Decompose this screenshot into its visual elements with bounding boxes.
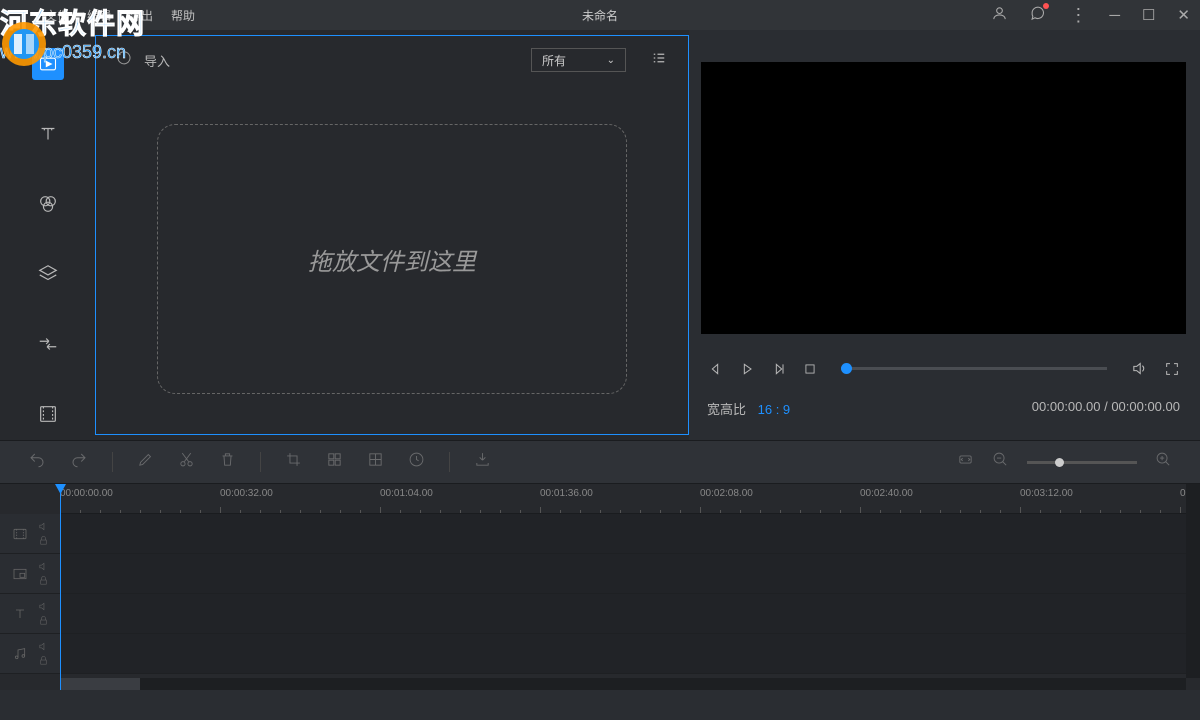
prev-frame-button[interactable] <box>707 361 723 377</box>
scrollbar-thumb[interactable] <box>60 678 140 690</box>
lock-icon[interactable] <box>38 535 49 546</box>
zoom-out-button[interactable] <box>992 451 1009 473</box>
view-list-icon[interactable] <box>650 49 668 72</box>
sidebar-filters[interactable] <box>32 188 64 220</box>
ruler-tick: 00:01:04.00 <box>380 488 433 499</box>
ruler-tick: 00:00:32.00 <box>220 488 273 499</box>
titlebar: 文件 编辑 导出 帮助 未命名 ⋮ ─ ☐ ✕ <box>0 0 1200 30</box>
playhead[interactable] <box>60 484 61 690</box>
fit-button[interactable] <box>957 451 974 473</box>
track-audio[interactable] <box>0 634 1200 674</box>
preview-panel: 宽高比 16 : 9 00:00:00.00 / 00:00:00.00 <box>689 30 1200 440</box>
crop-button[interactable] <box>285 451 302 473</box>
aspect-ratio-label: 宽高比 16 : 9 <box>707 399 790 418</box>
timeline-toolbar <box>0 440 1200 484</box>
close-button[interactable]: ✕ <box>1177 6 1190 24</box>
video-preview[interactable] <box>701 62 1186 334</box>
message-icon[interactable] <box>1030 5 1047 26</box>
media-dropzone[interactable]: 拖放文件到这里 <box>157 124 627 394</box>
import-label[interactable]: 导入 <box>144 51 170 70</box>
volume-small-icon[interactable] <box>38 641 49 652</box>
freeze-button[interactable] <box>367 451 384 473</box>
volume-small-icon[interactable] <box>38 561 49 572</box>
duration-button[interactable] <box>408 451 425 473</box>
ruler-tick: 00:00:00.00 <box>60 488 113 499</box>
sidebar <box>0 30 95 440</box>
redo-button[interactable] <box>70 451 88 474</box>
timecode-display: 00:00:00.00 / 00:00:00.00 <box>1032 399 1180 418</box>
sidebar-transitions[interactable] <box>32 328 64 360</box>
sidebar-overlays[interactable] <box>32 258 64 290</box>
vertical-scrollbar[interactable] <box>1186 484 1200 678</box>
seek-handle[interactable] <box>841 363 852 374</box>
volume-small-icon[interactable] <box>38 521 49 532</box>
lock-icon[interactable] <box>38 575 49 586</box>
track-head-text <box>0 594 60 633</box>
chevron-down-icon: ⌄ <box>607 55 615 66</box>
edit-tool-button[interactable] <box>137 451 154 473</box>
media-panel: 导入 所有 ⌄ 拖放文件到这里 <box>95 35 689 435</box>
timeline: 00:00:00.00 00:00:32.00 00:01:04.00 00:0… <box>0 484 1200 690</box>
video-track-icon <box>12 526 28 542</box>
menu-edit[interactable]: 编辑 <box>87 7 111 24</box>
lock-icon[interactable] <box>38 655 49 666</box>
play-button[interactable] <box>739 361 755 377</box>
audio-track-icon <box>12 646 28 662</box>
seek-bar[interactable] <box>841 367 1107 370</box>
filter-dropdown[interactable]: 所有 ⌄ <box>531 48 626 72</box>
import-refresh-icon[interactable] <box>116 50 132 71</box>
account-icon[interactable] <box>991 5 1008 26</box>
delete-button[interactable] <box>219 451 236 473</box>
fullscreen-icon[interactable] <box>1164 361 1180 377</box>
ruler-tick: 0 <box>1180 488 1186 499</box>
horizontal-scrollbar[interactable] <box>60 678 1186 690</box>
aspect-ratio-value[interactable]: 16 : 9 <box>758 402 791 417</box>
undo-button[interactable] <box>28 451 46 474</box>
more-icon[interactable]: ⋮ <box>1069 5 1087 26</box>
stop-button[interactable] <box>803 362 817 376</box>
pip-track-icon <box>12 566 28 582</box>
track-video[interactable] <box>0 514 1200 554</box>
volume-icon[interactable] <box>1131 360 1148 377</box>
volume-small-icon[interactable] <box>38 601 49 612</box>
mosaic-button[interactable] <box>326 451 343 473</box>
ruler-tick: 00:01:36.00 <box>540 488 593 499</box>
filter-selected: 所有 <box>542 52 566 69</box>
track-head-audio <box>0 634 60 673</box>
menu-help[interactable]: 帮助 <box>171 7 195 24</box>
track-pip[interactable] <box>0 554 1200 594</box>
export-tool-button[interactable] <box>474 451 491 473</box>
cut-button[interactable] <box>178 451 195 473</box>
minimize-button[interactable]: ─ <box>1109 7 1120 24</box>
zoom-in-button[interactable] <box>1155 451 1172 473</box>
sidebar-text[interactable] <box>32 118 64 150</box>
window-title: 未命名 <box>582 7 618 24</box>
tracks-container <box>0 514 1200 674</box>
track-text[interactable] <box>0 594 1200 634</box>
track-head-pip <box>0 554 60 593</box>
sidebar-elements[interactable] <box>32 398 64 430</box>
text-track-icon <box>12 606 28 622</box>
menu-bar: 文件 编辑 导出 帮助 <box>45 7 195 24</box>
dropzone-text: 拖放文件到这里 <box>308 242 476 277</box>
menu-file[interactable]: 文件 <box>45 7 69 24</box>
menu-export[interactable]: 导出 <box>129 7 153 24</box>
track-head-video <box>0 514 60 553</box>
ruler-tick: 00:02:40.00 <box>860 488 913 499</box>
ruler-tick: 00:03:12.00 <box>1020 488 1073 499</box>
next-frame-button[interactable] <box>771 361 787 377</box>
ruler-tick: 00:02:08.00 <box>700 488 753 499</box>
lock-icon[interactable] <box>38 615 49 626</box>
zoom-handle[interactable] <box>1055 458 1064 467</box>
zoom-slider[interactable] <box>1027 461 1137 464</box>
sidebar-media[interactable] <box>32 48 64 80</box>
maximize-button[interactable]: ☐ <box>1142 6 1155 24</box>
timeline-ruler[interactable]: 00:00:00.00 00:00:32.00 00:01:04.00 00:0… <box>60 484 1200 514</box>
